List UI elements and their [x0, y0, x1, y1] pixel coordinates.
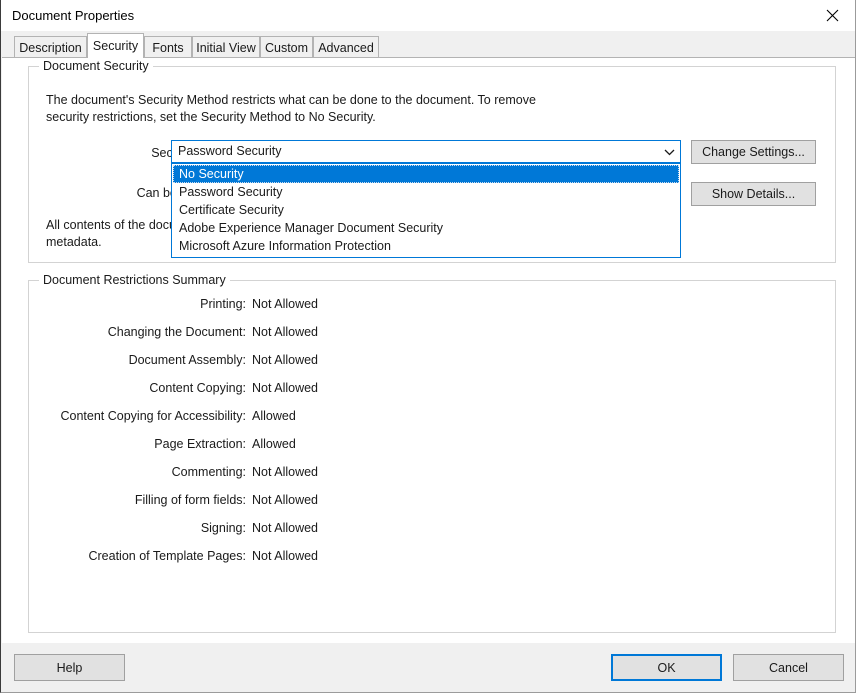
table-row: Document Assembly: Not Allowed: [29, 353, 835, 373]
close-button[interactable]: [810, 0, 855, 30]
security-description: The document's Security Method restricts…: [46, 93, 536, 124]
window-title: Document Properties: [12, 8, 135, 23]
restriction-label-content-copying: Content Copying:: [149, 381, 246, 395]
document-security-group-title: Document Security: [39, 59, 153, 73]
security-method-dropdown-list[interactable]: No Security Password Security Certificat…: [171, 163, 681, 258]
document-properties-dialog: Document Properties Description Security…: [0, 0, 856, 693]
security-method-value: Password Security: [178, 144, 282, 158]
table-row: Page Extraction: Allowed: [29, 437, 835, 457]
restriction-label-commenting: Commenting:: [171, 465, 246, 479]
table-row: Signing: Not Allowed: [29, 521, 835, 541]
dropdown-option-no-security[interactable]: No Security: [173, 165, 679, 183]
restriction-label-page-extraction: Page Extraction:: [154, 437, 246, 451]
restriction-value-signing: Not Allowed: [252, 521, 319, 535]
dropdown-option-aem-document-security[interactable]: Adobe Experience Manager Document Securi…: [173, 219, 679, 237]
tab-advanced[interactable]: Advanced: [313, 36, 379, 58]
restriction-value-page-extraction: Allowed: [252, 437, 296, 451]
restriction-value-filling-of-form-fields: Not Allowed: [252, 493, 319, 507]
table-row: Creation of Template Pages: Not Allowed: [29, 549, 835, 569]
help-button[interactable]: Help: [14, 654, 125, 681]
dropdown-option-password-security[interactable]: Password Security: [173, 183, 679, 201]
table-row: Content Copying for Accessibility: Allow…: [29, 409, 835, 429]
dropdown-option-certificate-security[interactable]: Certificate Security: [173, 201, 679, 219]
document-restrictions-group-title: Document Restrictions Summary: [39, 273, 230, 287]
tab-security[interactable]: Security: [87, 33, 144, 58]
restriction-value-printing: Not Allowed: [252, 297, 319, 311]
tab-description[interactable]: Description: [14, 36, 87, 58]
title-bar: Document Properties: [1, 0, 855, 31]
tab-custom[interactable]: Custom: [260, 36, 313, 58]
restriction-label-content-copying-for-accessibility: Content Copying for Accessibility:: [60, 409, 246, 423]
table-row: Filling of form fields: Not Allowed: [29, 493, 835, 513]
restriction-value-content-copying: Not Allowed: [252, 381, 319, 395]
restriction-value-changing-the-document: Not Allowed: [252, 325, 319, 339]
restriction-label-creation-of-template-pages: Creation of Template Pages:: [88, 549, 246, 563]
tab-initial-view[interactable]: Initial View: [192, 36, 260, 58]
dialog-footer: Help OK Cancel: [2, 643, 855, 692]
dialog-content: Document Security The document's Securit…: [2, 57, 855, 643]
tab-fonts[interactable]: Fonts: [144, 36, 192, 58]
restriction-label-printing: Printing:: [200, 297, 246, 311]
restriction-value-creation-of-template-pages: Not Allowed: [252, 549, 319, 563]
restriction-label-changing-the-document: Changing the Document:: [107, 325, 246, 339]
dropdown-option-azure-information-protection[interactable]: Microsoft Azure Information Protection: [173, 237, 679, 255]
restriction-label-signing: Signing:: [200, 521, 246, 535]
restriction-label-document-assembly: Document Assembly:: [128, 353, 246, 367]
restriction-value-content-copying-for-accessibility: Allowed: [252, 409, 296, 423]
restriction-value-document-assembly: Not Allowed: [252, 353, 319, 367]
chevron-down-icon[interactable]: [659, 141, 680, 162]
security-method-combobox[interactable]: Password Security: [171, 140, 681, 163]
document-security-group: Document Security The document's Securit…: [28, 59, 836, 263]
close-icon: [826, 9, 839, 22]
ok-button[interactable]: OK: [611, 654, 722, 681]
cancel-button[interactable]: Cancel: [733, 654, 844, 681]
table-row: Printing: Not Allowed: [29, 297, 835, 317]
tab-strip: Description Security Fonts Initial View …: [1, 31, 855, 58]
show-details-button[interactable]: Show Details...: [691, 182, 816, 206]
restriction-label-filling-of-form-fields: Filling of form fields:: [134, 493, 246, 507]
table-row: Changing the Document: Not Allowed: [29, 325, 835, 345]
document-restrictions-summary-group: Document Restrictions Summary Printing: …: [28, 273, 836, 633]
change-settings-button[interactable]: Change Settings...: [691, 140, 816, 164]
restriction-value-commenting: Not Allowed: [252, 465, 319, 479]
table-row: Content Copying: Not Allowed: [29, 381, 835, 401]
table-row: Commenting: Not Allowed: [29, 465, 835, 485]
